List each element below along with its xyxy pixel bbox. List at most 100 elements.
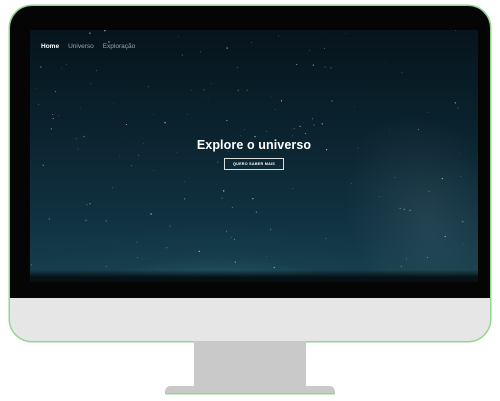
star bbox=[64, 241, 65, 242]
star bbox=[113, 102, 114, 104]
star bbox=[270, 96, 271, 98]
star bbox=[231, 206, 233, 208]
star bbox=[255, 211, 257, 213]
star bbox=[383, 62, 385, 64]
star bbox=[313, 124, 315, 126]
star bbox=[299, 125, 301, 127]
star bbox=[223, 190, 225, 192]
star bbox=[274, 108, 276, 110]
star bbox=[80, 108, 81, 110]
monitor: Home Universo Exploração Explore o unive… bbox=[10, 6, 490, 341]
star bbox=[137, 257, 139, 259]
star bbox=[105, 220, 107, 222]
star bbox=[266, 130, 267, 132]
star bbox=[239, 135, 241, 137]
star bbox=[89, 32, 91, 34]
star bbox=[292, 188, 294, 190]
star bbox=[104, 30, 106, 32]
star bbox=[312, 118, 313, 120]
star bbox=[147, 86, 149, 88]
hero-title: Explore o universo bbox=[196, 138, 312, 152]
star bbox=[149, 259, 150, 260]
star bbox=[324, 66, 326, 68]
star bbox=[85, 219, 87, 222]
star bbox=[169, 225, 171, 227]
star bbox=[331, 100, 333, 102]
star bbox=[266, 256, 267, 257]
star bbox=[322, 31, 324, 33]
star bbox=[292, 135, 293, 137]
star bbox=[35, 88, 37, 90]
nav-exploracao[interactable]: Exploração bbox=[103, 43, 136, 51]
nav-home[interactable]: Home bbox=[41, 43, 59, 51]
star bbox=[324, 47, 325, 49]
star bbox=[226, 47, 228, 49]
cta-button[interactable]: QUERO SABER MAIS bbox=[223, 158, 285, 170]
star bbox=[252, 198, 254, 200]
monitor-stand-neck bbox=[194, 341, 306, 387]
star bbox=[50, 128, 52, 130]
star bbox=[354, 106, 355, 108]
star bbox=[231, 236, 233, 238]
star bbox=[207, 97, 209, 99]
star bbox=[233, 238, 235, 240]
star bbox=[150, 213, 152, 215]
star bbox=[184, 181, 185, 182]
star bbox=[105, 266, 107, 267]
star bbox=[153, 170, 155, 171]
star bbox=[280, 100, 283, 102]
star bbox=[105, 38, 106, 40]
star bbox=[177, 36, 179, 37]
nav-universo[interactable]: Universo bbox=[68, 43, 94, 51]
top-nav: Home Universo Exploração bbox=[41, 43, 144, 51]
star bbox=[89, 203, 91, 205]
star bbox=[243, 129, 245, 130]
star bbox=[58, 115, 60, 116]
star bbox=[330, 67, 332, 69]
star bbox=[234, 261, 237, 263]
star bbox=[66, 64, 67, 65]
star bbox=[31, 264, 33, 266]
star bbox=[164, 122, 166, 124]
star bbox=[325, 238, 327, 240]
star bbox=[52, 118, 54, 120]
star bbox=[191, 89, 192, 91]
star bbox=[309, 50, 311, 52]
star bbox=[312, 64, 315, 66]
star bbox=[52, 113, 54, 115]
star bbox=[184, 198, 186, 200]
star bbox=[345, 33, 346, 34]
star bbox=[112, 187, 113, 189]
star bbox=[293, 128, 295, 129]
star bbox=[269, 228, 272, 231]
star bbox=[187, 113, 188, 115]
star bbox=[136, 241, 138, 243]
star bbox=[250, 42, 252, 43]
screen: Home Universo Exploração Explore o unive… bbox=[30, 30, 478, 282]
star bbox=[61, 68, 62, 70]
star bbox=[236, 67, 238, 69]
star bbox=[455, 30, 456, 31]
star bbox=[198, 250, 200, 252]
monitor-stand-base bbox=[165, 386, 335, 393]
star bbox=[48, 218, 50, 220]
monitor-chin bbox=[10, 298, 490, 341]
star bbox=[226, 120, 228, 121]
star bbox=[86, 204, 88, 206]
monitor-bezel: Home Universo Exploração Explore o unive… bbox=[10, 6, 490, 298]
star bbox=[221, 197, 223, 199]
star bbox=[305, 133, 307, 135]
star bbox=[90, 83, 92, 85]
star bbox=[303, 121, 304, 123]
star bbox=[199, 51, 201, 53]
hero: Explore o universo QUERO SABER MAIS bbox=[30, 138, 478, 170]
star bbox=[166, 247, 168, 249]
star bbox=[38, 103, 40, 105]
star bbox=[237, 89, 239, 91]
star bbox=[210, 83, 212, 85]
star bbox=[203, 89, 205, 91]
star bbox=[321, 123, 323, 125]
star bbox=[246, 89, 248, 91]
star bbox=[96, 69, 97, 71]
star bbox=[54, 91, 56, 93]
